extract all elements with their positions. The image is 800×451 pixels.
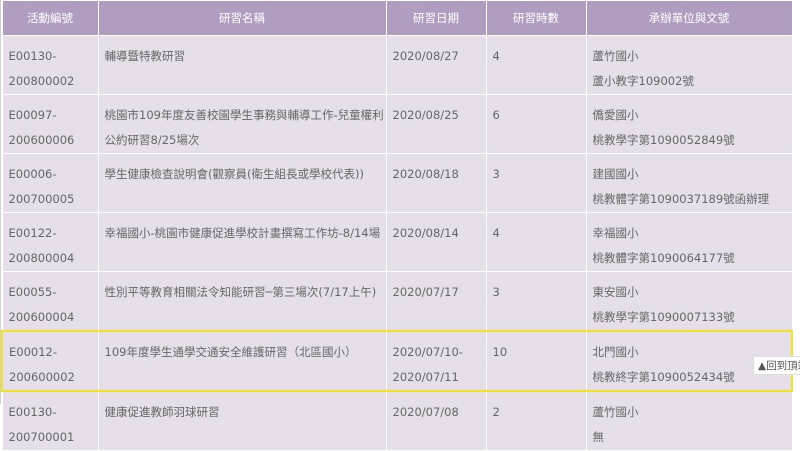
course-name-cell[interactable]: 輔導暨特教研習 (97, 35, 387, 95)
course-name-line: 幸福國小-桃園市健康促進學校計畫撰寫工作坊-8/14場 (104, 226, 381, 240)
organizer-cell: 幸福國小桃教體字第1090064177號 (585, 212, 793, 272)
training-table-container: 活動編號 研習名稱 研習日期 研習時數 承辦單位與文號 E00130- 20080… (0, 0, 793, 451)
activity-id-cell: E00097- 200600006 (1, 94, 99, 154)
course-name-cell[interactable]: 健康促進教師羽球研習 (97, 390, 387, 451)
back-to-top-button[interactable]: ▲回到頂端 (753, 356, 800, 375)
organizer-line: 東安國小 (592, 285, 639, 299)
course-date-line: 2020/07/17 (392, 285, 459, 299)
activity-id-line: 200700001 (8, 430, 75, 444)
activity-id-line: 200800004 (8, 251, 75, 265)
activity-id-line: E00122- (8, 226, 57, 240)
activity-id-line: E00130- (8, 49, 57, 63)
course-hours-cell: 2 (485, 390, 587, 451)
course-date-cell: 2020/08/25 (385, 94, 487, 154)
organizer-cell: 蘆竹國小蘆小教字109002號 (585, 35, 793, 95)
table-row[interactable]: E00006- 200700005 學生健康檢查說明會(觀察員(衛生組長或學校代表)… (1, 153, 793, 213)
course-name-cell[interactable]: 109年度學生通學交通安全維護研習（北區國小） (97, 330, 387, 392)
course-date-cell: 2020/08/18 (385, 153, 487, 213)
organizer-cell: 東安國小桃教學字第1090007133號 (585, 271, 793, 332)
course-date-line: 2020/08/25 (392, 108, 459, 122)
organizer-cell: 建國國小桃教體字第1090037189號函辦理 (585, 153, 793, 213)
course-name-cell[interactable]: 幸福國小-桃園市健康促進學校計畫撰寫工作坊-8/14場 (97, 212, 387, 272)
activity-id-line: 200700005 (8, 192, 75, 206)
course-name-cell[interactable]: 桃園市109年度友善校園學生事務與輔導工作-兒童權利 公約研習8/25場次 (97, 94, 387, 154)
course-name-line: 學生健康檢查說明會(觀察員(衛生組長或學校代表)) (104, 167, 364, 181)
activity-id-cell: E00055- 200600004 (1, 271, 99, 332)
course-hours-cell: 6 (485, 94, 587, 154)
course-name-line: 輔導暨特教研習 (104, 49, 186, 63)
activity-id-line: 200600002 (9, 370, 75, 384)
course-name-cell[interactable]: 學生健康檢查說明會(觀察員(衛生組長或學校代表)) (97, 153, 387, 213)
course-hours-cell: 4 (485, 212, 587, 272)
course-date-line: 2020/07/10- (392, 345, 463, 359)
course-date-line: 2020/08/27 (392, 49, 459, 63)
activity-id-line: 200600006 (8, 133, 75, 147)
header-activity-id: 活動編號 (1, 0, 99, 36)
activity-id-line: E00006- (8, 167, 57, 181)
table-row[interactable]: E00130- 200700001 健康促進教師羽球研習 2020/07/08 2 蘆竹國… (1, 390, 793, 451)
activity-id-cell: E00130- 200700001 (1, 390, 99, 451)
course-name-line: 桃園市109年度友善校園學生事務與輔導工作-兒童權利 (104, 108, 384, 122)
organizer-line: 桃教學字第1090007133號 (592, 310, 735, 324)
header-organizer: 承辦單位與文號 (585, 0, 793, 36)
training-table: 活動編號 研習名稱 研習日期 研習時數 承辦單位與文號 E00130- 20080… (1, 0, 793, 451)
table-row[interactable]: E00097- 200600006 桃園市109年度友善校園學生事務與輔導工作-兒童… (1, 94, 793, 154)
course-date-line: 2020/08/18 (392, 167, 459, 181)
header-course-date: 研習日期 (385, 0, 487, 36)
organizer-cell: 蘆竹國小無 (585, 390, 793, 451)
course-date-cell: 2020/08/14 (385, 212, 487, 272)
header-course-hours: 研習時數 (485, 0, 587, 36)
activity-id-line: 200600004 (8, 310, 75, 324)
course-date-cell: 2020/07/10- 2020/07/11 (385, 330, 487, 392)
table-header-row: 活動編號 研習名稱 研習日期 研習時數 承辦單位與文號 (1, 0, 793, 36)
activity-id-line: E00012- (9, 345, 57, 359)
activity-id-cell: E00006- 200700005 (1, 153, 99, 213)
activity-id-cell: E00122- 200800004 (1, 212, 99, 272)
activity-id-cell: E00130- 200800002 (1, 35, 99, 95)
course-date-cell: 2020/08/27 (385, 35, 487, 95)
course-name-line: 公約研習8/25場次 (104, 133, 200, 147)
course-name-cell[interactable]: 性別平等教育相關法令知能研習─第三場次(7/17上午) (97, 271, 387, 332)
organizer-line: 幸福國小 (592, 226, 639, 240)
organizer-cell: 僑愛國小桃教學字第1090052849號 (585, 94, 793, 154)
activity-id-line: 200800002 (8, 74, 75, 88)
activity-id-line: E00055- (8, 285, 57, 299)
course-hours-cell: 10 (485, 330, 587, 392)
course-date-cell: 2020/07/08 (385, 390, 487, 451)
course-hours-cell: 4 (485, 35, 587, 95)
organizer-line: 桃教體字第1090037189號函辦理 (592, 192, 770, 206)
header-course-name: 研習名稱 (97, 0, 387, 36)
organizer-line: 蘆小教字109002號 (592, 74, 694, 88)
course-date-line: 2020/08/14 (392, 226, 459, 240)
organizer-line: 桃教體字第1090064177號 (592, 251, 735, 265)
organizer-line: 僑愛國小 (592, 108, 639, 122)
activity-id-line: E00097- (8, 108, 57, 122)
organizer-line: 建國國小 (592, 167, 639, 181)
table-row[interactable]: E00055- 200600004 性別平等教育相關法令知能研習─第三場次(7/17… (1, 271, 793, 332)
course-name-line: 109年度學生通學交通安全維護研習（北區國小） (104, 345, 357, 359)
course-name-line: 性別平等教育相關法令知能研習─第三場次(7/17上午) (104, 285, 377, 299)
course-date-cell: 2020/07/17 (385, 271, 487, 332)
table-row[interactable]: E00130- 200800002 輔導暨特教研習 2020/08/27 4 蘆竹國小 蘆小… (1, 35, 793, 95)
activity-id-cell: E00012- 200600002 (1, 330, 99, 392)
organizer-line: 無 (592, 430, 605, 444)
course-hours-cell: 3 (485, 153, 587, 213)
organizer-line: 蘆竹國小 (592, 49, 639, 63)
table-row[interactable]: E00012- 200600002 109年度學生通學交通安全維護研習（北區國小） 2… (1, 330, 793, 392)
course-date-line: 2020/07/11 (392, 370, 459, 384)
organizer-line: 桃教學字第1090052849號 (592, 133, 735, 147)
table-row[interactable]: E00122- 200800004 幸福國小-桃園市健康促進學校計畫撰寫工作坊-8/… (1, 212, 793, 272)
course-hours-cell: 3 (485, 271, 587, 332)
